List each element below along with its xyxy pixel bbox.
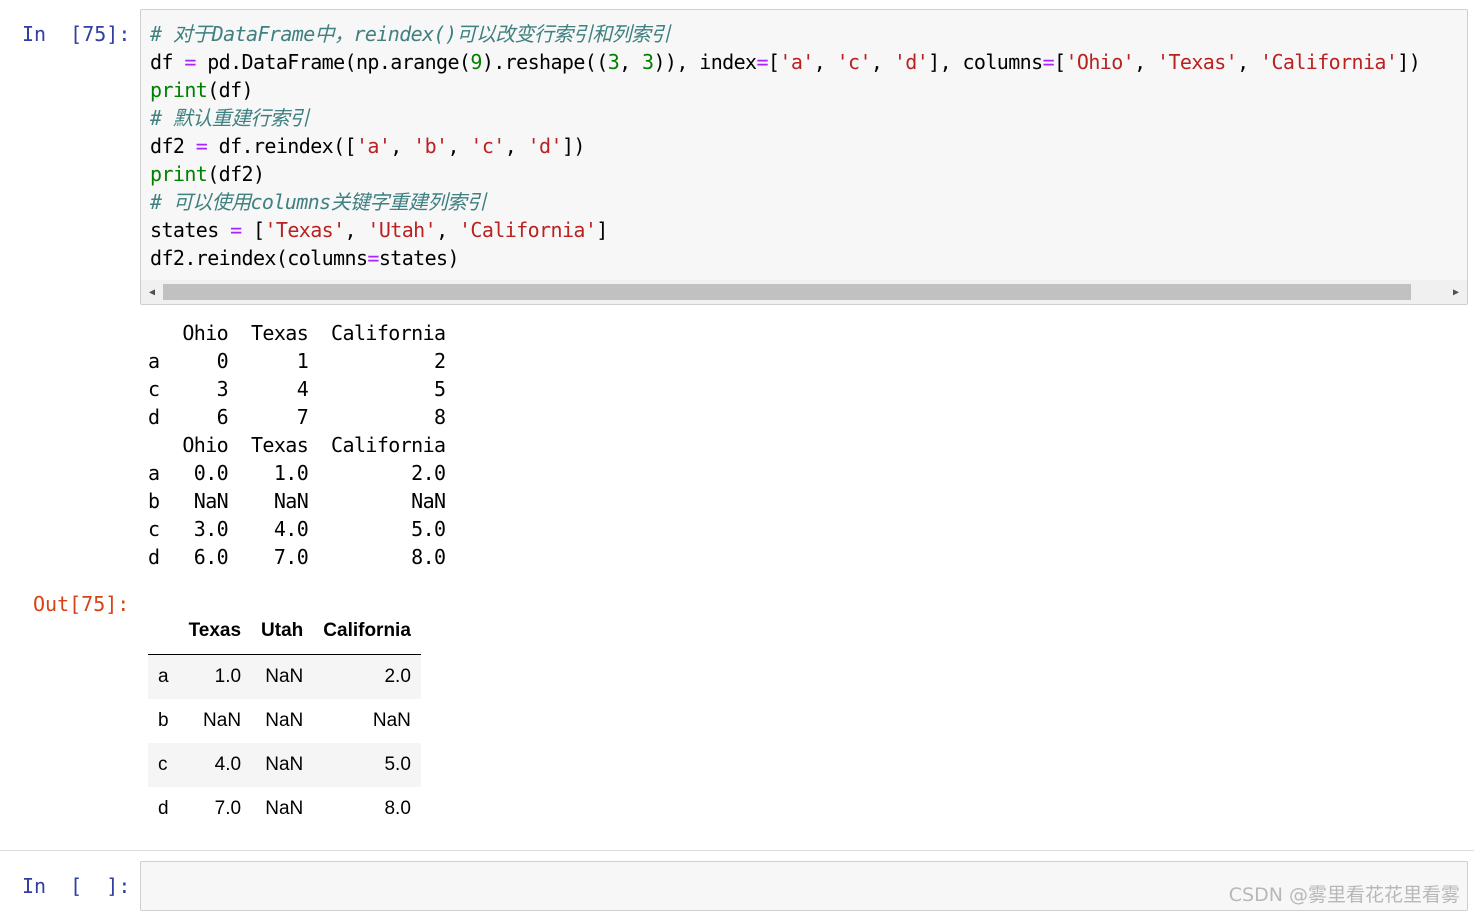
table-row: c 4.0 NaN 5.0 <box>148 743 421 787</box>
scrollbar-track[interactable] <box>163 284 1445 300</box>
table-cell-index: d <box>158 798 169 819</box>
table-header-row: Texas Utah California <box>148 612 421 655</box>
scroll-left-icon[interactable]: ◀ <box>141 280 163 304</box>
code-line-5: df2 = df.reindex(['a', 'b', 'c', 'd']) <box>150 134 585 158</box>
table-cell: NaN <box>251 743 314 787</box>
table-header-index <box>148 612 179 655</box>
table-header-texas: Texas <box>178 612 252 655</box>
table-cell: NaN <box>265 798 304 819</box>
table-cell: NaN <box>203 710 242 731</box>
table-row: d 7.0 NaN 8.0 <box>148 787 421 831</box>
cell-divider <box>0 850 1474 851</box>
table-cell-index: c <box>148 743 179 787</box>
in-prompt-empty: In [ ]: <box>22 874 131 898</box>
table-header-california: California <box>313 612 421 655</box>
scrollbar-thumb[interactable] <box>163 284 1411 300</box>
code-editor[interactable]: # 对于DataFrame中，reindex()可以改变行索引和列索引 df =… <box>150 20 1421 272</box>
scroll-right-icon[interactable]: ▶ <box>1445 280 1467 304</box>
table-cell: 1.0 <box>178 654 252 699</box>
table-cell-index: a <box>148 654 179 699</box>
code-input-area[interactable]: # 对于DataFrame中，reindex()可以改变行索引和列索引 df =… <box>140 9 1468 305</box>
code-line-4: # 默认重建行索引 <box>150 106 309 130</box>
table-row: b NaN NaN NaN <box>148 699 421 743</box>
table-cell: NaN <box>251 654 314 699</box>
table-row: a 1.0 NaN 2.0 <box>148 654 421 699</box>
horizontal-scrollbar[interactable]: ◀ ▶ <box>141 280 1467 304</box>
watermark: CSDN @雾里看花花里看雾 <box>1228 884 1460 906</box>
table-cell: NaN <box>265 710 304 731</box>
code-line-2: df = pd.DataFrame(np.arange(9).reshape((… <box>150 50 1421 74</box>
code-line-3: print(df) <box>150 78 254 102</box>
table-header-utah: Utah <box>251 612 314 655</box>
code-line-1: # 对于DataFrame中，reindex()可以改变行索引和列索引 <box>150 22 670 46</box>
table-cell: NaN <box>372 710 411 731</box>
out-prompt: Out[75]: <box>33 592 130 616</box>
code-line-8: states = ['Texas', 'Utah', 'California'] <box>150 218 608 242</box>
table-cell: 8.0 <box>384 798 411 819</box>
table-cell: 5.0 <box>313 743 421 787</box>
table-cell: 7.0 <box>214 798 242 819</box>
output-dataframe: Texas Utah California a 1.0 NaN 2.0 b Na… <box>148 612 421 831</box>
stdout-output: Ohio Texas California a 0 1 2 c 3 4 5 d … <box>148 321 446 569</box>
table-cell: 2.0 <box>313 654 421 699</box>
table-cell-index: b <box>158 710 169 731</box>
table-cell: 4.0 <box>178 743 252 787</box>
code-line-9: df2.reindex(columns=states) <box>150 246 460 270</box>
in-prompt: In [75]: <box>22 22 131 46</box>
code-line-6: print(df2) <box>150 162 265 186</box>
code-line-7: # 可以使用columns关键字重建列索引 <box>150 190 486 214</box>
